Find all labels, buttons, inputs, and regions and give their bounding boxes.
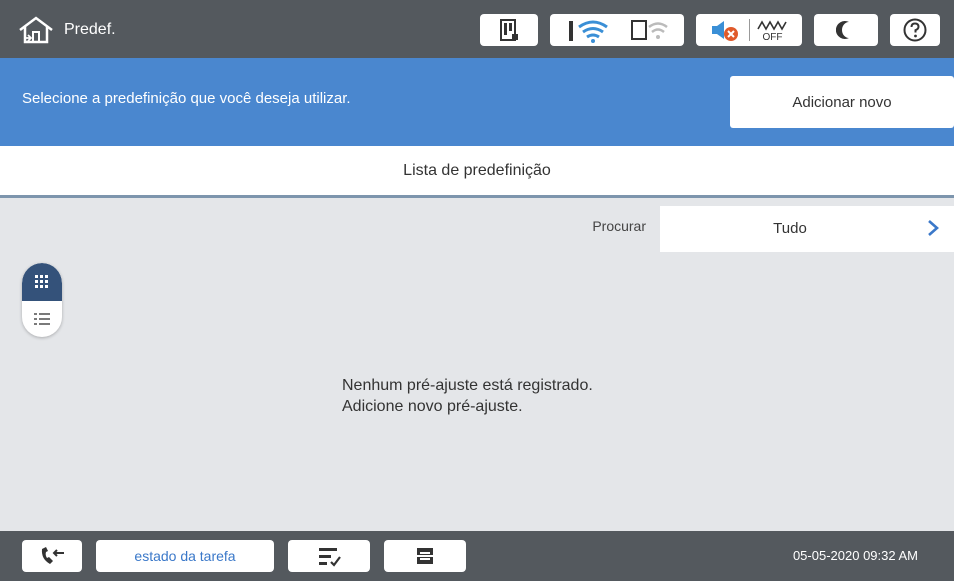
home-icon	[19, 16, 53, 44]
printer-status-button[interactable]	[384, 540, 466, 572]
home-button[interactable]: Predef.	[16, 12, 166, 48]
eco-off-label: OFF	[762, 31, 783, 43]
bottom-status-bar: estado da tarefa 05-05-2020 09:32 AM	[0, 531, 954, 581]
empty-message-line-1: Nenhum pré-ajuste está registrado.	[342, 377, 593, 394]
list-view-button[interactable]	[22, 301, 62, 337]
sleep-moon-icon	[836, 21, 849, 39]
fax-button[interactable]	[22, 540, 82, 572]
list-view-icon	[34, 313, 50, 325]
network-status-button[interactable]	[550, 14, 684, 46]
add-new-button[interactable]: Adicionar novo	[730, 76, 954, 128]
top-status-bar: Predef. OFF	[0, 0, 954, 58]
grid-view-icon	[35, 275, 48, 288]
job-status-label: estado da tarefa	[134, 548, 236, 564]
empty-message-line-2: Adicione novo pré-ajuste.	[342, 398, 523, 415]
sound-eco-button[interactable]: OFF	[696, 14, 802, 46]
instruction-text: Selecione a predefinição que você deseja…	[22, 90, 351, 107]
printer-icon	[417, 548, 433, 564]
wifi-icon	[569, 20, 608, 43]
job-status-button[interactable]: estado da tarefa	[96, 540, 274, 572]
grid-view-button[interactable]	[22, 263, 62, 301]
search-filter-select[interactable]: Tudo	[660, 206, 954, 252]
chevron-right-icon	[928, 220, 939, 236]
search-label: Procurar	[592, 218, 646, 234]
wifi-direct-icon	[631, 20, 668, 40]
view-toggle	[22, 263, 62, 337]
screen-title: Predef.	[64, 21, 116, 38]
ink-status-button[interactable]	[480, 14, 538, 46]
search-filter-value: Tudo	[773, 220, 807, 237]
eco-off-icon: OFF	[756, 19, 790, 42]
divider	[748, 19, 750, 41]
instruction-band: Selecione a predefinição que você deseja…	[0, 58, 954, 146]
fax-phone-icon	[41, 547, 64, 564]
empty-list-message: Nenhum pré-ajuste está registrado. Adici…	[342, 375, 593, 417]
job-queue-icon	[319, 548, 341, 567]
sound-off-icon	[711, 21, 738, 41]
stop-operation-button[interactable]	[288, 540, 370, 572]
preset-list-header: Lista de predefinição	[0, 146, 954, 198]
help-button[interactable]	[890, 14, 940, 46]
printer-ink-icon	[500, 19, 518, 41]
sleep-button[interactable]	[814, 14, 878, 46]
date-time-display: 05-05-2020 09:32 AM	[792, 548, 918, 563]
help-icon	[903, 18, 927, 42]
